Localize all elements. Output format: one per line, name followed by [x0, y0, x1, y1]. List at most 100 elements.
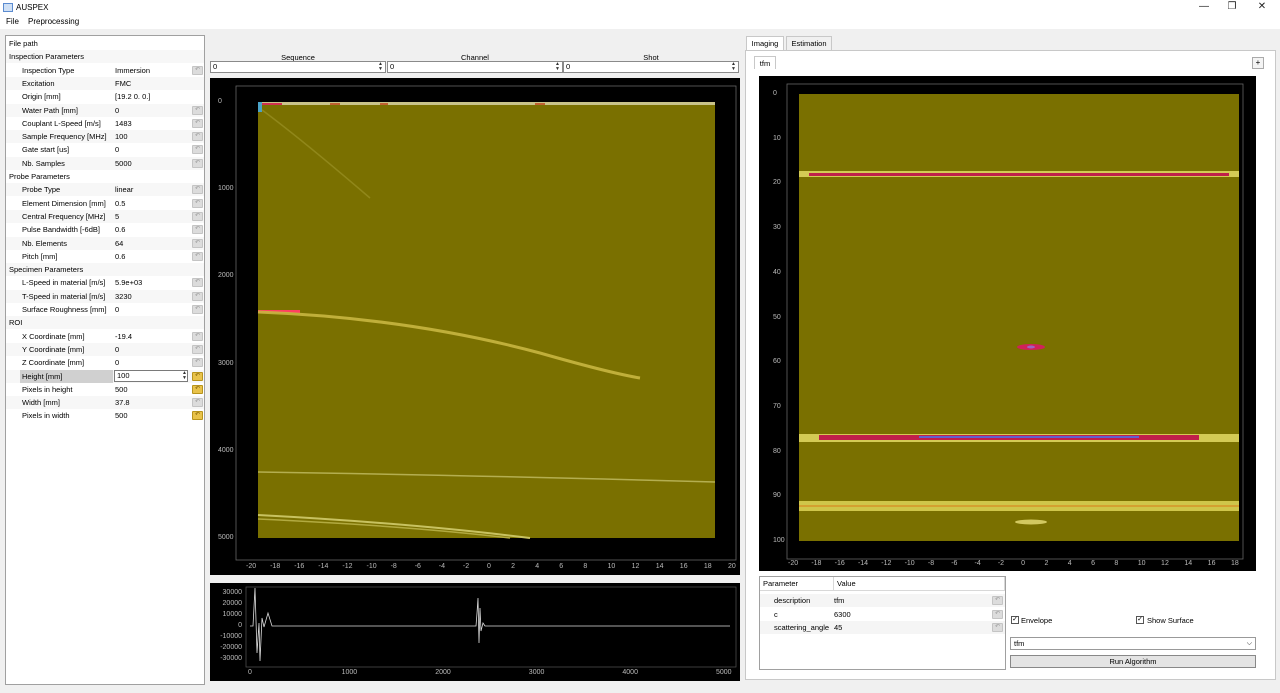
param-row[interactable]: Pitch [mm] 0.6 ↶ — [6, 250, 204, 263]
tab-imaging[interactable]: Imaging — [746, 36, 784, 50]
reset-icon[interactable]: ↶ — [192, 158, 203, 168]
param-value[interactable]: 37.8 — [115, 396, 130, 409]
param-value[interactable]: 64 — [115, 237, 123, 250]
algo-param-row[interactable]: scattering_angle 45 ↶ — [760, 621, 1005, 634]
param-value[interactable]: 0 — [115, 104, 119, 117]
param-row[interactable]: Pulse Bandwidth [-6dB] 0.6 ↶ — [6, 223, 204, 236]
param-value[interactable]: 500 — [115, 383, 128, 396]
param-value[interactable]: 0 — [115, 343, 119, 356]
param-value[interactable]: 5000 — [115, 157, 132, 170]
param-row[interactable]: Surface Roughness [mm] 0 ↶ — [6, 303, 204, 316]
reset-icon[interactable]: ↶ — [192, 251, 203, 261]
param-row[interactable]: Y Coordinate [mm] 0 ↶ — [6, 342, 204, 356]
reset-icon[interactable]: ↶ — [192, 225, 203, 235]
reset-icon[interactable]: ↶ — [192, 65, 203, 75]
param-row[interactable]: Origin [mm] [19.2 0. 0.] — [6, 90, 204, 103]
reset-icon[interactable]: ↶ — [192, 118, 203, 128]
param-row[interactable]: Sample Frequency [MHz] 100 ↶ — [6, 130, 204, 144]
param-row[interactable]: Nb. Samples 5000 ↶ — [6, 156, 204, 170]
envelope-checkbox[interactable]: ✓ — [1011, 616, 1019, 624]
algorithm-select[interactable]: tfm ⌵ — [1010, 637, 1256, 650]
param-row[interactable]: Pixels in height 500 ↶ — [6, 383, 204, 396]
algo-param-row[interactable]: description tfm ↶ — [760, 594, 1005, 607]
param-row[interactable]: Nb. Elements 64 ↶ — [6, 236, 204, 250]
param-row[interactable]: File path — [6, 37, 204, 50]
spin-arrows-icon[interactable]: ▲ ▼ — [554, 62, 561, 72]
reset-icon[interactable]: ↶ — [192, 145, 203, 155]
param-value[interactable]: 1483 — [115, 117, 132, 130]
algo-param-value[interactable]: 45 — [834, 621, 842, 634]
spin-arrows-icon[interactable]: ▲ ▼ — [730, 62, 737, 72]
reset-icon[interactable]: ↶ — [192, 384, 203, 394]
param-row[interactable]: Probe Type linear ↶ — [6, 183, 204, 197]
param-value[interactable]: 0.6 — [115, 250, 125, 263]
param-row[interactable]: Probe Parameters — [6, 170, 204, 183]
param-row[interactable]: Height [mm] 100 ▲ ▼ ↶ — [6, 369, 204, 383]
param-value[interactable]: 0 — [115, 303, 119, 316]
sequence-spinbox[interactable]: 0 ▲ ▼ — [210, 61, 386, 73]
menu-file[interactable]: File — [6, 17, 19, 26]
param-row[interactable]: Z Coordinate [mm] 0 ↶ — [6, 356, 204, 369]
param-value[interactable]: 100 — [115, 130, 128, 143]
reset-icon[interactable]: ↶ — [192, 291, 203, 301]
reset-icon[interactable]: ↶ — [192, 411, 203, 421]
reset-icon[interactable]: ↶ — [192, 398, 203, 408]
param-row[interactable]: Element Dimension [mm] 0.5 ↶ — [6, 197, 204, 210]
reset-icon[interactable]: ↶ — [992, 609, 1003, 619]
tab-tfm[interactable]: tfm — [754, 56, 776, 69]
add-tab-button[interactable]: + — [1252, 57, 1264, 69]
param-value[interactable]: 5.9e+03 — [115, 276, 142, 289]
reset-icon[interactable]: ↶ — [192, 132, 203, 142]
menu-preprocessing[interactable]: Preprocessing — [28, 17, 79, 26]
param-row[interactable]: L-Speed in material [m/s] 5.9e+03 ↶ — [6, 276, 204, 289]
param-value[interactable]: Immersion — [115, 64, 150, 77]
run-algorithm-button[interactable]: Run Algorithm — [1010, 655, 1256, 668]
reset-icon[interactable]: ↶ — [192, 331, 203, 341]
reset-icon[interactable]: ↶ — [192, 211, 203, 221]
param-row[interactable]: ROI — [6, 316, 204, 330]
reset-icon[interactable]: ↶ — [192, 278, 203, 288]
algo-param-row[interactable]: c 6300 ↶ — [760, 608, 1005, 621]
close-button[interactable]: ✕ — [1255, 1, 1269, 14]
param-value[interactable]: FMC — [115, 77, 131, 90]
tab-estimation[interactable]: Estimation — [786, 36, 832, 50]
param-row[interactable]: Water Path [mm] 0 ↶ — [6, 103, 204, 117]
param-row[interactable]: Inspection Type Immersion ↶ — [6, 64, 204, 77]
reset-icon[interactable]: ↶ — [192, 371, 203, 381]
channel-spinbox[interactable]: 0 ▲ ▼ — [387, 61, 563, 73]
reset-icon[interactable]: ↶ — [992, 623, 1003, 632]
param-row[interactable]: Couplant L-Speed [m/s] 1483 ↶ — [6, 117, 204, 130]
reset-icon[interactable]: ↶ — [192, 185, 203, 195]
reset-icon[interactable]: ↶ — [192, 344, 203, 354]
reset-icon[interactable]: ↶ — [192, 238, 203, 248]
algo-param-value[interactable]: 6300 — [834, 608, 851, 621]
param-value[interactable]: [19.2 0. 0.] — [115, 90, 150, 103]
reset-icon[interactable]: ↶ — [192, 358, 203, 368]
param-row[interactable]: X Coordinate [mm] -19.4 ↶ — [6, 330, 204, 343]
param-row[interactable]: Central Frequency [MHz] 5 ↶ — [6, 209, 204, 223]
reset-icon[interactable]: ↶ — [992, 596, 1003, 605]
param-row[interactable]: Inspection Parameters — [6, 50, 204, 64]
param-value[interactable]: 0 — [115, 143, 119, 156]
param-value[interactable]: 500 — [115, 409, 128, 422]
param-value[interactable]: 5 — [115, 210, 119, 223]
height-input[interactable]: 100 — [114, 369, 188, 382]
reset-icon[interactable]: ↶ — [192, 198, 203, 208]
param-row[interactable]: Specimen Parameters — [6, 263, 204, 277]
shot-spinbox[interactable]: 0 ▲ ▼ — [563, 61, 739, 73]
spin-arrows-icon[interactable]: ▲ ▼ — [377, 62, 384, 72]
param-value[interactable]: linear — [115, 183, 133, 196]
param-value[interactable]: 3230 — [115, 290, 132, 303]
param-value[interactable]: 0.5 — [115, 197, 125, 210]
param-row[interactable]: Width [mm] 37.8 ↶ — [6, 396, 204, 410]
param-row[interactable]: Excitation FMC — [6, 76, 204, 90]
param-value[interactable]: -19.4 — [115, 330, 132, 343]
reset-icon[interactable]: ↶ — [192, 105, 203, 115]
param-value[interactable]: 0.6 — [115, 223, 125, 236]
ascan-plot[interactable]: 30000 20000 10000 0 -10000 -20000 -30000 0 1000… — [210, 583, 740, 681]
minimize-button[interactable]: — — [1197, 1, 1211, 14]
param-row[interactable]: Gate start [us] 0 ↶ — [6, 143, 204, 156]
bscan-plot[interactable]: 0 1000 2000 3000 4000 5000 -20 -18 -16 -14 -12 -10… — [210, 78, 740, 575]
spin-arrows-icon[interactable]: ▲ ▼ — [181, 370, 188, 381]
algo-param-value[interactable]: tfm — [834, 594, 844, 607]
